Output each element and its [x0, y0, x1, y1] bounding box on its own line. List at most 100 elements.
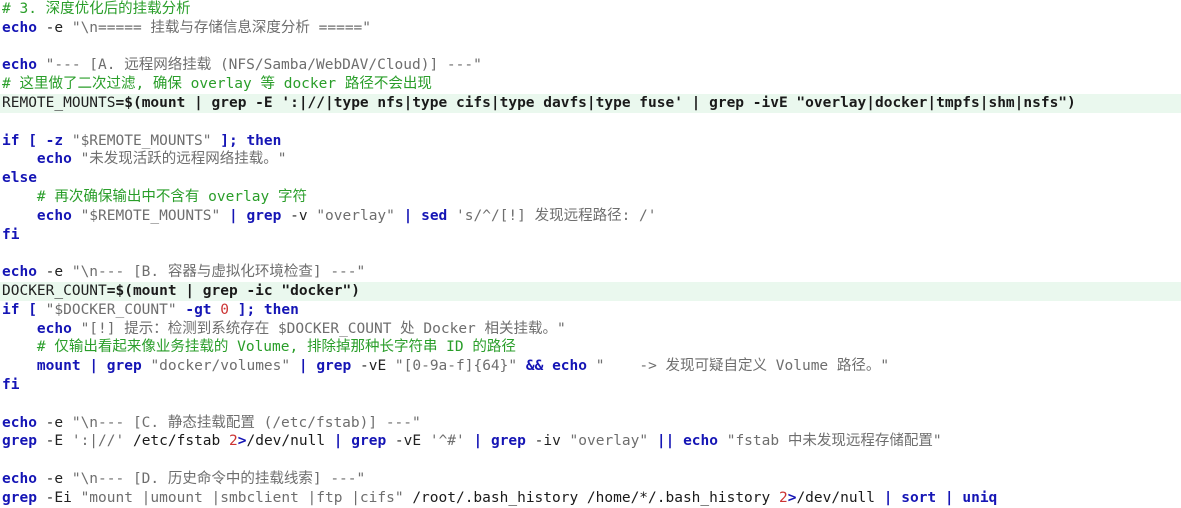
code-line[interactable]: fi: [0, 376, 1181, 395]
code-token: # 这里做了二次过滤, 确保 overlay 等 docker 路径不会出现: [2, 76, 432, 93]
code-token: ||: [656, 433, 675, 450]
code-token: echo: [552, 358, 587, 375]
code-token: "[0-9a-f]{64}": [394, 358, 518, 375]
code-token: echo: [2, 414, 37, 431]
code-line[interactable]: DOCKER_COUNT=$(mount | grep -ic "docker"…: [0, 282, 1181, 301]
code-line[interactable]: # 仅输出看起来像业务挂载的 Volume, 排除掉那种长字符串 ID 的路径: [0, 338, 1181, 357]
code-line[interactable]: echo -e "\n--- [D. 历史命令中的挂载线索] ---": [0, 470, 1181, 489]
code-line[interactable]: echo "[!] 提示：检测到系统存在 $DOCKER_COUNT 处 Doc…: [0, 320, 1181, 339]
code-token: |: [473, 433, 483, 450]
code-line[interactable]: echo "$REMOTE_MOUNTS" | grep -v "overlay…: [0, 207, 1181, 226]
code-token: -e: [36, 414, 72, 431]
code-token: -vE: [351, 358, 395, 375]
code-token: grep: [2, 489, 37, 506]
code-token: echo: [2, 57, 37, 74]
code-line[interactable]: [0, 451, 1181, 470]
code-line[interactable]: echo -e "\n===== 挂载与存储信息深度分析 =====": [0, 19, 1181, 38]
code-line[interactable]: REMOTE_MOUNTS=$(mount | grep -E ':|//|ty…: [0, 94, 1181, 113]
code-token: =$(mount | grep -ic "docker"): [106, 283, 360, 299]
code-token: "$DOCKER_COUNT": [45, 301, 177, 318]
code-token: -e: [36, 471, 72, 487]
code-line[interactable]: else: [0, 169, 1181, 188]
code-token: grep: [490, 433, 526, 450]
code-line[interactable]: if [ -z "$REMOTE_MOUNTS" ]; then: [0, 132, 1181, 151]
code-token: |: [298, 358, 308, 375]
code-token: uniq: [962, 489, 998, 506]
code-token: 2: [778, 489, 788, 506]
code-line[interactable]: fi: [0, 226, 1181, 245]
code-token: if [: [2, 301, 46, 318]
code-line[interactable]: [0, 244, 1181, 263]
code-line[interactable]: echo -e "\n--- [C. 静态挂载配置 (/etc/fstab)] …: [0, 414, 1181, 433]
code-line[interactable]: mount | grep "docker/volumes" | grep -vE…: [0, 357, 1181, 376]
code-token: echo: [683, 433, 718, 450]
code-token: grep: [316, 358, 352, 375]
code-token: "fstab 中未发现远程存储配置": [726, 433, 942, 450]
code-line[interactable]: [0, 113, 1181, 132]
code-token: grep: [106, 358, 142, 375]
code-line[interactable]: [0, 38, 1181, 57]
code-line[interactable]: echo "--- [A. 远程网络挂载 (NFS/Samba/WebDAV/C…: [0, 56, 1181, 75]
code-line[interactable]: grep -Ei "mount |umount |smbclient |ftp …: [0, 489, 1181, 508]
code-line[interactable]: echo -e "\n--- [B. 容器与虚拟化环境检查] ---": [0, 263, 1181, 282]
code-token: "\n--- [C. 静态挂载配置 (/etc/fstab)] ---": [71, 414, 421, 431]
code-token: -iv: [525, 433, 570, 450]
code-line[interactable]: grep -E ':|//' /etc/fstab 2>/dev/null | …: [0, 432, 1181, 451]
code-line[interactable]: # 这里做了二次过滤, 确保 overlay 等 docker 路径不会出现: [0, 75, 1181, 94]
code-token: -gt: [176, 301, 221, 318]
code-line[interactable]: # 3. 深度优化后的挂载分析: [0, 0, 1181, 19]
code-token: -vE: [386, 433, 430, 450]
code-line[interactable]: if [ "$DOCKER_COUNT" -gt 0 ]; then: [0, 301, 1181, 320]
code-token: if [ -z: [2, 132, 72, 149]
code-token: &&: [525, 358, 544, 375]
code-token: sed: [421, 207, 448, 224]
code-token: "\n--- [B. 容器与虚拟化环境检查] ---": [71, 264, 366, 281]
code-token: grep: [246, 207, 282, 224]
code-token: " -> 发现可疑自定义 Volume 路径。": [595, 358, 890, 375]
code-editor[interactable]: # 3. 深度优化后的挂载分析 echo -e "\n===== 挂载与存储信息深…: [0, 0, 1181, 507]
code-token: "mount |umount |smbclient |ftp |cifs": [80, 489, 404, 506]
code-token: |: [89, 358, 99, 375]
code-token: |: [229, 207, 238, 224]
code-line[interactable]: [0, 395, 1181, 414]
code-token: grep: [351, 433, 387, 450]
code-token: "overlay": [569, 433, 649, 450]
code-token: echo: [2, 19, 37, 36]
code-token: grep: [2, 433, 37, 450]
code-token: "--- [A. 远程网络挂载 (NFS/Samba/WebDAV/Cloud)…: [45, 57, 482, 74]
code-token: REMOTE_MOUNTS: [2, 95, 116, 111]
code-line[interactable]: # 再次确保输出中不含有 overlay 字符: [0, 188, 1181, 207]
code-token: "\n===== 挂载与存储信息深度分析 =====": [71, 19, 372, 36]
code-token: echo: [36, 207, 72, 224]
code-token: "\n--- [D. 历史命令中的挂载线索] ---": [71, 471, 366, 487]
code-token: mount: [36, 358, 81, 375]
code-token: -e: [36, 264, 72, 281]
code-line[interactable]: echo "未发现活跃的远程网络挂载。": [0, 150, 1181, 169]
code-token: "未发现活跃的远程网络挂载。": [80, 151, 287, 168]
code-token: echo: [36, 320, 72, 337]
